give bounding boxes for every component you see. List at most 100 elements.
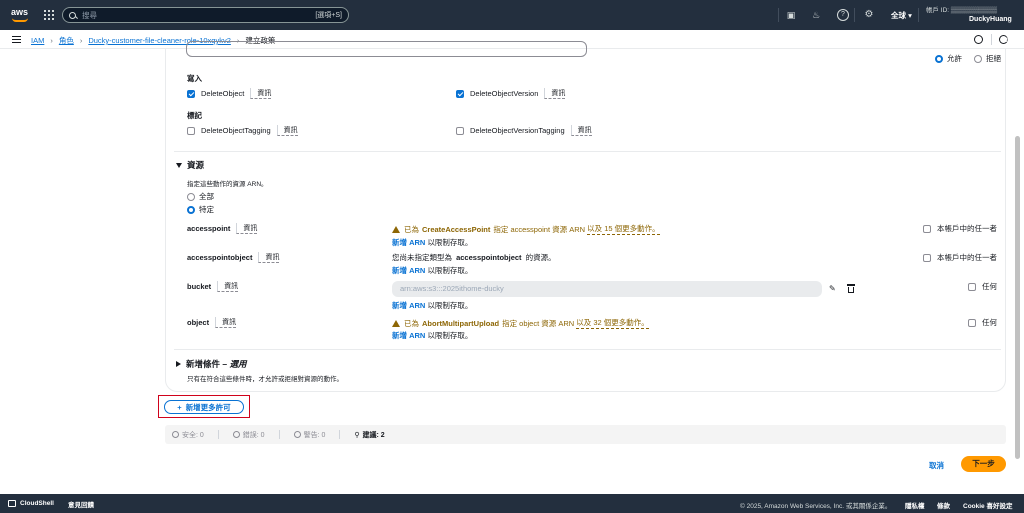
cookie-preferences-link[interactable]: Cookie 喜好設定 — [963, 500, 1012, 510]
add-arn-suffix: 以限制存取。 — [427, 266, 473, 275]
region-selector[interactable]: 全球 ▾ — [891, 10, 912, 21]
bucket-arn-field[interactable]: arn:aws:s3:::2025ithome-ducky — [392, 281, 822, 297]
conditions-description: 只有在符合這些條件時，才允許或拒絕對資源的動作。 — [187, 376, 343, 383]
resource-name: object — [187, 318, 210, 327]
checkbox-label: DeleteObject — [201, 89, 245, 98]
search-shortcut: [選項+S] — [315, 12, 342, 19]
tag-group-title: 標記 — [187, 111, 202, 120]
divider — [217, 430, 219, 439]
info-link[interactable]: 資訊 — [215, 317, 237, 328]
resources-option-specific[interactable]: 特定 — [187, 204, 214, 215]
security-count[interactable]: 安全: 0 — [172, 430, 204, 440]
cloudshell-button[interactable]: CloudShell — [8, 500, 54, 507]
resource-accesspoint: accesspoint 資訊 — [187, 223, 258, 234]
services-menu-icon[interactable] — [44, 10, 54, 20]
more-actions-link[interactable]: 以及 32 個更多動作。 — [576, 317, 649, 329]
info-link[interactable]: 資訊 — [236, 223, 258, 234]
warning-mid: 指定 object 資源 ARN — [502, 318, 575, 328]
checkbox-any-in-account-accesspointobject[interactable]: 本帳戶中的任一者 — [923, 252, 997, 263]
warning-label: 警告: 0 — [303, 431, 326, 439]
add-arn-link[interactable]: 新增 ARN — [392, 266, 425, 275]
checkbox-any-object[interactable]: 任何 — [968, 317, 997, 328]
aws-logo[interactable]: aws — [10, 6, 30, 24]
gear-icon[interactable]: ⚙ — [863, 9, 875, 21]
checkbox-icon — [456, 126, 464, 135]
search-input[interactable]: 搜尋 [選項+S] — [62, 7, 349, 23]
error-count[interactable]: 錯誤: 0 — [232, 430, 265, 440]
resources-title: 資源 — [187, 160, 205, 170]
resource-name: accesspoint — [187, 224, 231, 233]
next-button[interactable]: 下一步 — [961, 456, 1006, 472]
checkbox-deleteobject[interactable]: DeleteObject 資訊 — [187, 88, 272, 99]
security-label: 安全: 0 — [182, 431, 204, 439]
info-link[interactable]: 資訊 — [250, 88, 272, 99]
checkbox-deleteobjecttagging[interactable]: DeleteObjectTagging 資訊 — [187, 125, 298, 136]
info-link[interactable]: 資訊 — [217, 281, 239, 292]
warning-accesspoint: 已為 CreateAccessPoint 指定 accesspoint 資源 A… — [392, 223, 660, 235]
conditions-optional: – 選用 — [222, 359, 247, 369]
scrollbar[interactable] — [1015, 136, 1020, 459]
add-arn-link[interactable]: 新增 ARN — [392, 238, 425, 247]
shield-icon — [172, 431, 179, 438]
notice-accesspointobject: 您尚未指定類型為 accesspointobject 的資源。 — [392, 252, 556, 263]
cloudshell-icon — [8, 500, 16, 507]
conditions-section-toggle[interactable]: 新增條件 – 選用 — [176, 358, 246, 370]
add-arn-link[interactable]: 新增 ARN — [392, 301, 425, 310]
resources-option-all[interactable]: 全部 — [187, 191, 214, 202]
user-name[interactable]: DuckyHuang — [969, 16, 1012, 23]
copyright: © 2025, Amazon Web Services, Inc. 或其關係企業… — [740, 503, 892, 510]
plus-icon: + — [177, 402, 182, 412]
add-more-permissions-button[interactable]: + 新增更多許可 — [164, 400, 244, 414]
info-link[interactable]: 資訊 — [570, 125, 592, 136]
resources-section-toggle[interactable]: 資源 — [176, 159, 204, 171]
suggestion-label: 建議: 2 — [362, 431, 385, 439]
effect-allow-label: 允許 — [947, 54, 962, 63]
cloudshell-icon[interactable]: ▣ — [785, 9, 797, 21]
bell-icon[interactable]: ♨ — [810, 9, 822, 21]
breadcrumb-iam[interactable]: IAM — [31, 36, 44, 45]
suggestion-count[interactable]: ⚲ 建議: 2 — [354, 430, 384, 440]
privacy-link[interactable]: 隱私權 — [905, 500, 925, 510]
checkbox-label: DeleteObjectVersionTagging — [470, 126, 565, 135]
delete-icon[interactable] — [847, 284, 855, 293]
radio-selected-icon — [187, 205, 195, 214]
search-placeholder: 搜尋 — [82, 10, 97, 20]
add-arn-link[interactable]: 新增 ARN — [392, 331, 425, 340]
info-link[interactable]: 資訊 — [258, 252, 280, 263]
info-link[interactable]: 資訊 — [276, 125, 298, 136]
checkbox-deleteobjectversiontagging[interactable]: DeleteObjectVersionTagging 資訊 — [456, 125, 592, 136]
menu-icon[interactable] — [12, 35, 21, 43]
warning-icon — [392, 319, 400, 327]
help-icon[interactable]: ? — [837, 9, 849, 21]
checkbox-any-bucket[interactable]: 任何 — [968, 281, 997, 292]
effect-radio-group: 允許 拒絕 — [935, 53, 1001, 64]
checkbox-label: 本帳戶中的任一者 — [937, 224, 997, 233]
effect-allow[interactable]: 允許 — [935, 53, 962, 64]
footer: CloudShell 意見回饋 © 2025, Amazon Web Servi… — [0, 494, 1024, 513]
cancel-button[interactable]: 取消 — [929, 460, 944, 471]
chevron-right-icon: › — [50, 36, 53, 45]
effect-deny[interactable]: 拒絕 — [974, 53, 1001, 64]
divider — [991, 34, 992, 45]
terms-link[interactable]: 條款 — [937, 500, 950, 510]
warning-action: AbortMultipartUpload — [422, 318, 500, 328]
radio-selected-icon — [935, 55, 943, 64]
checkbox-any-in-account-accesspoint[interactable]: 本帳戶中的任一者 — [923, 223, 997, 234]
info-link[interactable]: 資訊 — [544, 88, 566, 99]
checkbox-icon — [187, 126, 195, 135]
checkbox-deleteobjectversion[interactable]: DeleteObjectVersion 資訊 — [456, 88, 566, 99]
action-filter-input[interactable] — [186, 41, 587, 57]
breadcrumb-roles[interactable]: 角色 — [59, 35, 74, 46]
checkbox-icon — [923, 224, 931, 233]
more-actions-link[interactable]: 以及 15 個更多動作。 — [587, 223, 660, 235]
edit-icon[interactable]: ✎ — [829, 285, 837, 293]
caret-down-icon — [176, 162, 182, 168]
resource-bucket: bucket 資訊 — [187, 281, 239, 292]
info-icon[interactable] — [974, 35, 983, 44]
history-icon[interactable] — [999, 35, 1008, 44]
divider — [174, 349, 1001, 350]
error-icon — [232, 431, 240, 438]
warning-count[interactable]: 警告: 0 — [293, 430, 326, 440]
account-id[interactable]: 帳戶 ID: ▒▒▒▒▒▒▒▒▒▒ — [926, 4, 997, 14]
feedback-link[interactable]: 意見回饋 — [68, 499, 94, 509]
